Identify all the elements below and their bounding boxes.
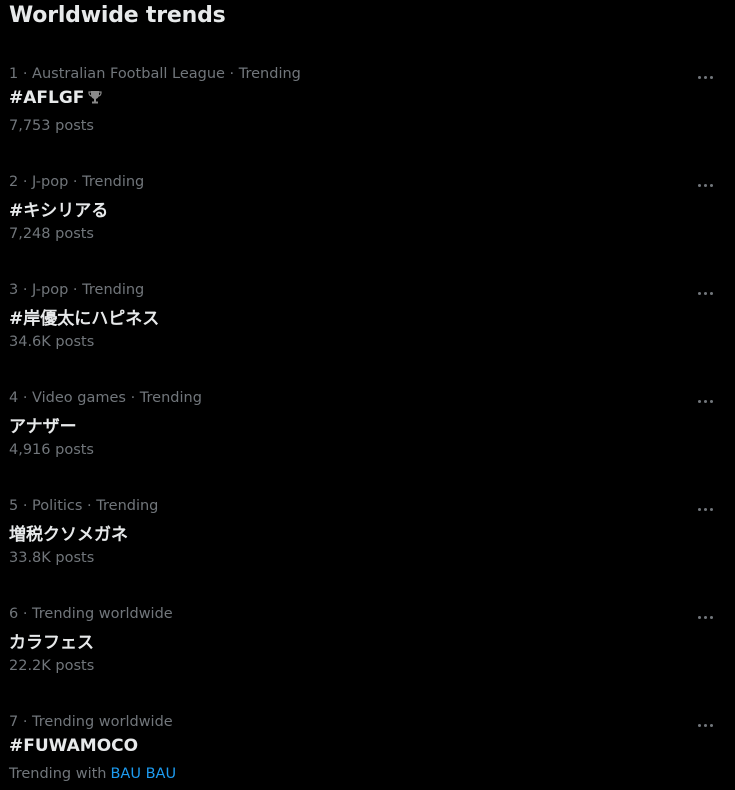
trend-meta: 7 · Trending worldwide [9,714,173,730]
trend-item-4[interactable]: 4 · Video games · Trending アナザー 4,916 po… [0,390,735,498]
more-icon[interactable] [694,178,716,192]
trend-posts: 7,248 posts [9,226,94,242]
trend-meta: 6 · Trending worldwide [9,606,173,622]
trend-item-3[interactable]: 3 · J-pop · Trending #岸優太にハピネス 34.6K pos… [0,282,735,390]
trend-name-text: #AFLGF [9,88,85,108]
more-icon[interactable] [694,718,716,732]
related-trend-link[interactable]: BAU BAU [110,766,176,782]
trend-name: #岸優太にハピネス [9,309,160,329]
trend-item-1[interactable]: 1 · Australian Football League · Trendin… [0,66,735,174]
trophy-icon [88,90,103,110]
trend-posts: 22.2K posts [9,658,95,674]
more-icon[interactable] [694,502,716,516]
trend-item-6[interactable]: 6 · Trending worldwide カラフェス 22.2K posts [0,606,735,714]
more-icon[interactable] [694,70,716,84]
trending-with-label: Trending with [9,766,107,782]
more-icon[interactable] [694,610,716,624]
more-icon[interactable] [694,286,716,300]
trend-name: #FUWAMOCO [9,736,139,756]
trend-posts: 4,916 posts [9,442,94,458]
trend-posts: 7,753 posts [9,118,94,134]
trend-name: #AFLGF [9,88,103,110]
trend-posts: 34.6K posts [9,334,95,350]
trend-name: カラフェス [9,633,94,653]
trend-meta: 2 · J-pop · Trending [9,174,145,190]
page-title: Worldwide trends [9,3,226,28]
trend-meta: 1 · Australian Football League · Trendin… [9,66,301,82]
trend-meta: 5 · Politics · Trending [9,498,159,514]
trend-posts: 33.8K posts [9,550,95,566]
trend-meta: 3 · J-pop · Trending [9,282,145,298]
trend-name: 増税クソメガネ [9,525,128,545]
more-icon[interactable] [694,394,716,408]
trend-item-5[interactable]: 5 · Politics · Trending 増税クソメガネ 33.8K po… [0,498,735,606]
trend-name: #キシリアる [9,201,109,221]
trend-name: アナザー [9,417,77,437]
trend-item-2[interactable]: 2 · J-pop · Trending #キシリアる 7,248 posts [0,174,735,282]
trend-item-7[interactable]: 7 · Trending worldwide #FUWAMOCO Trendin… [0,714,735,790]
trend-meta: 4 · Video games · Trending [9,390,202,406]
trend-posts: Trending with BAU BAU [9,766,176,782]
